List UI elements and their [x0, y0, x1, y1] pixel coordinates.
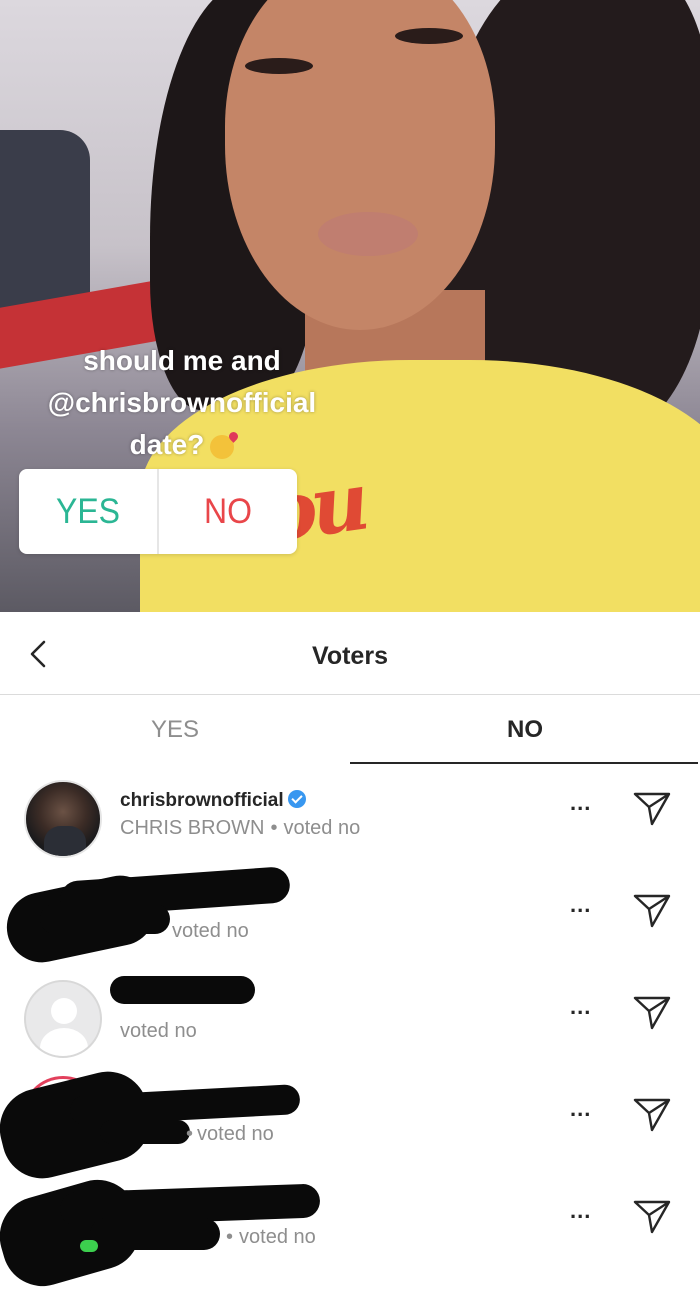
- story-image: ou should me and @chrisbrownofficial dat…: [0, 0, 700, 612]
- send-icon[interactable]: [632, 790, 672, 828]
- poll-question: should me and @chrisbrownofficial date?: [22, 340, 342, 466]
- tab-bar: YES NO: [0, 696, 700, 764]
- tab-no[interactable]: NO: [350, 696, 700, 764]
- voter-subtitle: CHRIS BROWN • voted no: [120, 817, 360, 840]
- more-options-icon[interactable]: ...: [570, 1200, 604, 1226]
- send-icon[interactable]: [632, 1198, 672, 1236]
- voter-row[interactable]: • voted no ...: [0, 1063, 700, 1188]
- voter-subtitle: • voted no: [186, 1123, 274, 1146]
- voter-row[interactable]: chrisbrownofficial CHRIS BROWN • voted no …: [0, 780, 700, 882]
- poll-option-no[interactable]: NO: [159, 469, 297, 554]
- username[interactable]: chrisbrownofficial: [120, 790, 306, 812]
- send-icon[interactable]: [632, 994, 672, 1032]
- kissing-face-icon: [210, 434, 235, 459]
- question-text: date?: [129, 429, 205, 460]
- redaction-mark: [110, 976, 255, 1004]
- separator-dot: •: [226, 1226, 234, 1248]
- question-line: date?: [22, 424, 342, 466]
- eye: [245, 58, 313, 74]
- voter-row[interactable]: voted no ...: [0, 866, 700, 984]
- more-options-icon[interactable]: ...: [570, 792, 604, 818]
- question-line: should me and: [83, 345, 281, 376]
- online-indicator: [80, 1240, 98, 1252]
- more-options-icon[interactable]: ...: [570, 1098, 604, 1124]
- more-options-icon[interactable]: ...: [570, 894, 604, 920]
- eye: [395, 28, 463, 44]
- redaction-mark: [40, 904, 170, 934]
- separator-dot: •: [270, 817, 278, 839]
- vote-status: voted no: [172, 920, 249, 942]
- send-icon[interactable]: [632, 1096, 672, 1134]
- question-line: @chrisbrownofficial: [47, 387, 317, 418]
- verified-badge-icon: [287, 790, 306, 808]
- send-icon[interactable]: [632, 892, 672, 930]
- poll-option-yes[interactable]: YES: [19, 469, 159, 554]
- username-text: chrisbrownofficial: [120, 790, 284, 811]
- avatar[interactable]: [24, 780, 102, 858]
- vote-status: voted no: [120, 1020, 197, 1042]
- more-options-icon[interactable]: ...: [570, 996, 604, 1022]
- separator-dot: •: [186, 1123, 194, 1145]
- default-avatar-icon[interactable]: [24, 980, 102, 1058]
- lips: [318, 212, 418, 256]
- full-name: CHRIS BROWN: [120, 817, 265, 839]
- tab-yes[interactable]: YES: [0, 696, 350, 764]
- vote-status: voted no: [239, 1226, 316, 1248]
- voter-subtitle: • voted no: [226, 1226, 316, 1249]
- poll-sticker: YES NO: [19, 469, 297, 554]
- voter-row[interactable]: • voted no ...: [0, 1170, 700, 1296]
- redaction-mark: [90, 1218, 220, 1250]
- page-title: Voters: [312, 642, 388, 670]
- vote-status: voted no: [283, 817, 361, 839]
- voters-sheet: Voters YES NO chrisbrownofficial CHRIS B…: [0, 612, 700, 1306]
- vote-status: voted no: [197, 1123, 274, 1145]
- top-bar: Voters: [0, 612, 700, 695]
- redaction-mark: [100, 1120, 190, 1144]
